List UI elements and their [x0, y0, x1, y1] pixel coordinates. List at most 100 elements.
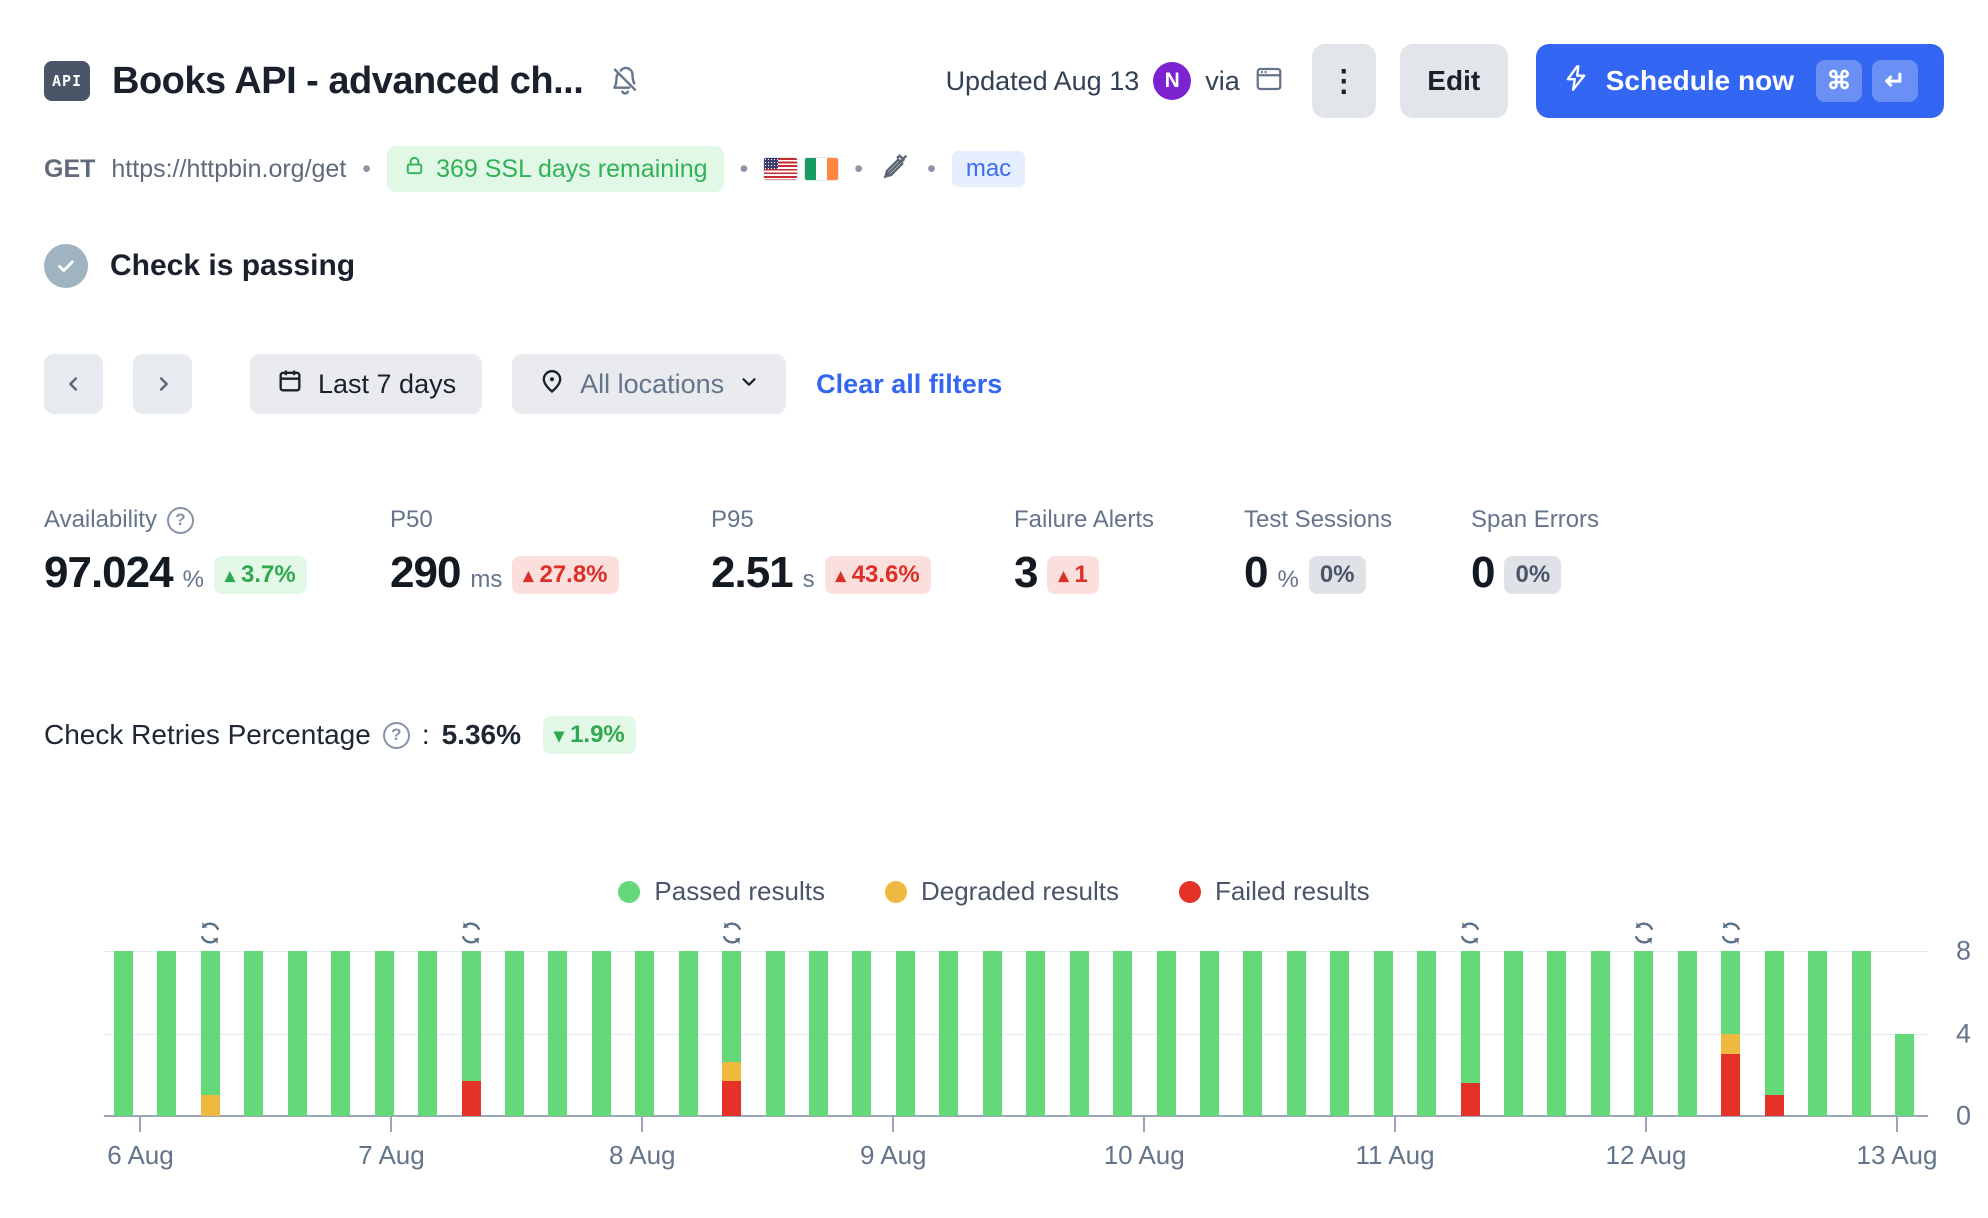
chart-bar[interactable] — [114, 951, 133, 1116]
chart-bar[interactable] — [852, 951, 871, 1116]
location-pin-icon — [538, 367, 566, 402]
chart-bar[interactable] — [679, 951, 698, 1116]
check-status-label: Check is passing — [110, 249, 355, 283]
next-period-button[interactable] — [133, 354, 192, 414]
bar-segment-passed — [548, 951, 567, 1116]
via-label: via — [1205, 66, 1240, 97]
delta-badge: 0% — [1504, 556, 1561, 594]
chart-bar[interactable] — [1678, 951, 1697, 1116]
bar-segment-passed — [1374, 951, 1393, 1116]
chart-bar[interactable] — [418, 951, 437, 1116]
bar-segment-passed — [201, 951, 220, 1095]
bar-segment-passed — [809, 951, 828, 1116]
chart-bar[interactable] — [1330, 951, 1349, 1116]
chart-bar[interactable] — [244, 951, 263, 1116]
chart-bar[interactable] — [983, 951, 1002, 1116]
chart-bar[interactable] — [766, 951, 785, 1116]
bar-segment-failed — [462, 1081, 481, 1116]
chart-bar[interactable] — [201, 951, 220, 1116]
cmd-key-icon: ⌘ — [1816, 60, 1862, 102]
date-range-button[interactable]: Last 7 days — [250, 354, 482, 414]
locations-dropdown[interactable]: All locations — [512, 354, 786, 414]
chart-bar[interactable] — [505, 951, 524, 1116]
chart-bar[interactable] — [896, 951, 915, 1116]
chevron-down-icon — [738, 369, 760, 400]
help-icon[interactable]: ? — [167, 507, 194, 534]
chart-bar[interactable] — [1287, 951, 1306, 1116]
chart-bar[interactable] — [288, 951, 307, 1116]
bar-segment-failed — [1765, 1095, 1784, 1116]
edit-button[interactable]: Edit — [1400, 44, 1508, 118]
chart-bar[interactable] — [1765, 951, 1784, 1116]
bar-segment-passed — [1808, 951, 1827, 1116]
x-tick-label: 10 Aug — [1104, 1140, 1185, 1171]
trend-up-icon — [523, 561, 533, 589]
chart-bar[interactable] — [1157, 951, 1176, 1116]
chart-bar[interactable] — [722, 951, 741, 1116]
x-tick-label: 8 Aug — [609, 1140, 676, 1171]
metric-test-sessions: Test Sessions 0 % 0% — [1244, 506, 1471, 598]
bar-segment-passed — [375, 951, 394, 1116]
chart-bar[interactable] — [1417, 951, 1436, 1116]
chart-bar[interactable] — [1113, 951, 1132, 1116]
bar-segment-passed — [1721, 951, 1740, 1034]
bar-segment-degraded — [1721, 1034, 1740, 1055]
lock-icon — [403, 154, 426, 184]
y-tick-label: 4 — [1956, 1018, 1971, 1049]
metric-label: P50 — [390, 506, 433, 534]
chart-bar[interactable] — [1026, 951, 1045, 1116]
bar-segment-passed — [288, 951, 307, 1116]
chart-bar[interactable] — [1200, 951, 1219, 1116]
check-retries: Check Retries Percentage ? : 5.36% 1.9% — [44, 716, 1944, 754]
request-url: https://httpbin.org/get — [111, 155, 346, 184]
chart-y-axis: 840 — [1956, 951, 1988, 1116]
chart-bar[interactable] — [548, 951, 567, 1116]
metric-span-errors: Span Errors 0 0% — [1471, 506, 1599, 598]
chart-bar[interactable] — [462, 951, 481, 1116]
bar-segment-passed — [462, 951, 481, 1081]
more-options-button[interactable] — [1312, 44, 1376, 118]
chart-bar[interactable] — [331, 951, 350, 1116]
chart-bar[interactable] — [157, 951, 176, 1116]
metric-availability: Availability ? 97.024 % 3.7% — [44, 506, 390, 598]
chart-bar[interactable] — [1634, 951, 1653, 1116]
bar-segment-passed — [1243, 951, 1262, 1116]
chart-bar[interactable] — [592, 951, 611, 1116]
chart-bar[interactable] — [1547, 951, 1566, 1116]
x-tick-label: 6 Aug — [107, 1140, 174, 1171]
bar-segment-passed — [896, 951, 915, 1116]
chart-bar[interactable] — [1721, 951, 1740, 1116]
schedule-now-button[interactable]: Schedule now ⌘ ↵ — [1536, 44, 1944, 118]
chart-bar[interactable] — [939, 951, 958, 1116]
check-dashboard-page: API Books API - advanced ch... Updated A… — [0, 0, 1988, 1218]
chart-bar[interactable] — [809, 951, 828, 1116]
chart-bar[interactable] — [1374, 951, 1393, 1116]
chart-bar[interactable] — [1461, 951, 1480, 1116]
prev-period-button[interactable] — [44, 354, 103, 414]
updated-text: Updated Aug 13 — [946, 66, 1140, 97]
bar-segment-passed — [852, 951, 871, 1116]
bar-segment-passed — [505, 951, 524, 1116]
chart-bar[interactable] — [1243, 951, 1262, 1116]
clear-all-filters-link[interactable]: Clear all filters — [816, 369, 1002, 400]
y-tick-label: 0 — [1956, 1101, 1971, 1132]
help-icon[interactable]: ? — [383, 722, 410, 749]
chart-bar[interactable] — [375, 951, 394, 1116]
chart-bar[interactable] — [1852, 951, 1871, 1116]
metric-failure-alerts: Failure Alerts 3 1 — [1014, 506, 1244, 598]
x-tick-mark — [1645, 1116, 1647, 1132]
bar-segment-passed — [1417, 951, 1436, 1116]
chart-bar[interactable] — [1591, 951, 1610, 1116]
delta-badge: 3.7% — [214, 556, 307, 594]
x-tick-mark — [1896, 1116, 1898, 1132]
chart-bar[interactable] — [1895, 951, 1914, 1116]
chart-bar[interactable] — [1070, 951, 1089, 1116]
legend-label: Degraded results — [921, 876, 1119, 907]
metric-p50: P50 290 ms 27.8% — [390, 506, 711, 598]
runtime-badge: mac — [952, 151, 1025, 187]
chart-bar[interactable] — [635, 951, 654, 1116]
legend-item-degraded: Degraded results — [885, 876, 1119, 907]
x-tick-mark — [1394, 1116, 1396, 1132]
chart-bar[interactable] — [1808, 951, 1827, 1116]
chart-bar[interactable] — [1504, 951, 1523, 1116]
